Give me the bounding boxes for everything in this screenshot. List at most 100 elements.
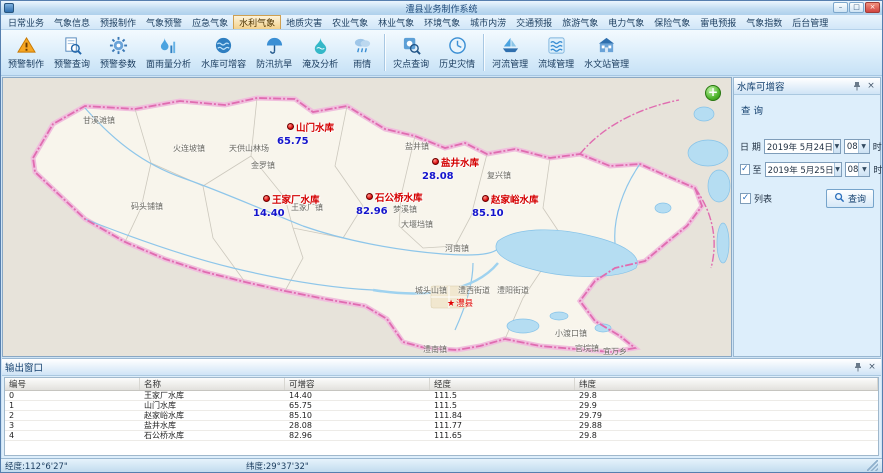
star-icon: ★: [447, 299, 455, 309]
table-row[interactable]: 4石公桥水库82.96111.6529.8: [5, 431, 878, 441]
menu-item-power-weather[interactable]: 电力气象: [603, 15, 649, 29]
toolbar-button-inundation-analysis[interactable]: 淹及分析: [297, 31, 343, 74]
window-title: 澧县业务制作系统: [405, 2, 477, 15]
menu-item-tourism-weather[interactable]: 旅游气象: [557, 15, 603, 29]
menu-item-daily-business[interactable]: 日常业务: [3, 15, 49, 29]
menu-item-lightning-forecast[interactable]: 雷电预报: [695, 15, 741, 29]
history-disaster-icon: [448, 36, 467, 55]
maximize-button[interactable]: □: [849, 2, 864, 13]
menu-item-forest-weather[interactable]: 林业气象: [373, 15, 419, 29]
column-header[interactable]: 经度: [430, 378, 575, 390]
flood-control-icon: [265, 36, 284, 55]
column-header[interactable]: 名称: [140, 378, 285, 390]
pin-icon[interactable]: [852, 361, 864, 373]
reservoir-capacity-icon: [214, 36, 233, 55]
menu-item-traffic-forecast[interactable]: 交通预报: [511, 15, 557, 29]
reservoir-value: 82.96: [356, 206, 423, 217]
menu-item-urban-flood[interactable]: 城市内涝: [465, 15, 511, 29]
from-hour-select[interactable]: 08 ▼: [844, 139, 870, 154]
date-from-row: 日 期 2019年 5月24日 ▼ 08 ▼ 时: [740, 139, 874, 154]
query-form: 查 询 日 期 2019年 5月24日 ▼ 08 ▼ 时 ✓ 至: [734, 95, 880, 356]
reservoir-marker[interactable]: 赵家峪水库85.10: [482, 188, 539, 219]
to-hour-select[interactable]: 08 ▼: [845, 162, 871, 177]
toolbar-button-warning-params[interactable]: 预警参数: [95, 31, 141, 74]
town-label: 盐井镇: [405, 141, 429, 152]
basin-mgmt-icon: [547, 36, 566, 55]
from-hour-value: 08: [847, 142, 858, 152]
menu-item-insurance-weather[interactable]: 保险气象: [649, 15, 695, 29]
table-cell: 29.9: [575, 401, 878, 410]
resize-grip[interactable]: [867, 460, 878, 471]
output-close-icon[interactable]: ×: [866, 361, 878, 373]
toolbar-button-basin-mgmt[interactable]: 流域管理: [533, 31, 579, 74]
column-header[interactable]: 可增容: [285, 378, 430, 390]
inundation-icon: [311, 36, 330, 55]
reservoir-marker[interactable]: 石公桥水库82.96: [366, 186, 423, 217]
table-row[interactable]: 1山门水库65.75111.529.9: [5, 401, 878, 411]
output-table-body: 0王家厂水库14.40111.529.81山门水库65.75111.529.92…: [5, 391, 878, 455]
reservoir-marker[interactable]: 王家厂水库14.40: [263, 188, 320, 219]
to-date-select[interactable]: 2019年 5月25日 ▼: [765, 162, 842, 177]
menu-item-env-weather[interactable]: 环境气象: [419, 15, 465, 29]
menu-item-weather-index[interactable]: 气象指数: [741, 15, 787, 29]
toolbar-button-disaster-history[interactable]: 历史灾情: [434, 31, 480, 74]
toolbar-button-warning-make[interactable]: 预警制作: [3, 31, 49, 74]
panel-close-icon[interactable]: ×: [865, 80, 877, 92]
pin-icon[interactable]: [851, 80, 863, 92]
reservoir-marker[interactable]: 山门水库65.75: [287, 116, 334, 147]
application-window: 澧县业务制作系统 – □ × 日常业务气象信息预报制作气象预警应急气象水利气象地…: [0, 0, 883, 473]
toolbar-button-flood-drought[interactable]: 防汛抗旱: [251, 31, 297, 74]
column-header[interactable]: 纬度: [575, 378, 878, 390]
menu-item-water-weather[interactable]: 水利气象: [233, 15, 281, 29]
reservoir-marker[interactable]: 盐井水库28.08: [432, 151, 479, 182]
table-cell: 82.96: [285, 431, 430, 440]
menu-item-weather-info[interactable]: 气象信息: [49, 15, 95, 29]
table-cell: 14.40: [285, 391, 430, 400]
reservoir-value: 14.40: [253, 208, 320, 219]
menu-item-forecast-make[interactable]: 预报制作: [95, 15, 141, 29]
to-date-checkbox[interactable]: ✓: [740, 164, 750, 175]
chevron-down-icon: ▼: [834, 163, 841, 176]
toolbar-button-rain-info[interactable]: 雨情: [343, 31, 381, 74]
reservoir-dot-icon: [263, 195, 270, 202]
output-window: 输出窗口 × 编号名称可增容经度纬度 0王家厂水库14.40111.529.81…: [2, 358, 881, 458]
table-row[interactable]: 0王家厂水库14.40111.529.8: [5, 391, 878, 401]
toolbar-button-label: 雨情: [353, 57, 371, 70]
reservoir-value: 65.75: [277, 136, 334, 147]
list-checkbox[interactable]: ✓: [740, 193, 751, 204]
table-cell: 0: [5, 391, 140, 400]
panel-title: 水库可增容: [737, 79, 785, 93]
menu-item-geo-disaster[interactable]: 地质灾害: [281, 15, 327, 29]
table-cell: 28.08: [285, 421, 430, 430]
table-row[interactable]: 3盐井水库28.08111.7729.88: [5, 421, 878, 431]
toolbar-separator: [384, 34, 385, 71]
town-label: 码头铺镇: [131, 201, 163, 212]
town-label: 澧南镇: [423, 344, 447, 355]
table-row[interactable]: 2赵家峪水库85.10111.8429.79: [5, 411, 878, 421]
town-label: 复兴镇: [487, 170, 511, 181]
menu-item-agri-weather[interactable]: 农业气象: [327, 15, 373, 29]
toolbar-button-river-mgmt[interactable]: 河流管理: [487, 31, 533, 74]
query-button[interactable]: 查询: [826, 189, 874, 208]
menu-item-emergency-weather[interactable]: 应急气象: [187, 15, 233, 29]
toolbar-button-reservoir-capacity[interactable]: 水库可增容: [196, 31, 251, 74]
map-canvas[interactable]: + 甘溪滩镇火连坡镇天供山林场金罗镇盐井镇复兴镇码头铺镇王家厂镇梦溪镇大堰垱镇河…: [2, 77, 732, 357]
hour-unit-label: 时: [873, 163, 882, 176]
panel-header: 水库可增容 ×: [734, 78, 880, 95]
column-header[interactable]: 编号: [5, 378, 140, 390]
close-button[interactable]: ×: [865, 2, 880, 13]
toolbar-button-hydro-station-mgmt[interactable]: 水文站管理: [579, 31, 634, 74]
menu-item-admin[interactable]: 后台管理: [787, 15, 833, 29]
toolbar-button-disaster-point-query[interactable]: 灾点查询: [388, 31, 434, 74]
table-cell: 111.5: [430, 391, 575, 400]
minimize-button[interactable]: –: [833, 2, 848, 13]
toolbar: 预警制作预警查询预警参数面雨量分析水库可增容防汛抗旱淹及分析雨情 灾点查询历史灾情…: [1, 30, 882, 76]
from-date-select[interactable]: 2019年 5月24日 ▼: [764, 139, 841, 154]
menu-item-weather-warning[interactable]: 气象预警: [141, 15, 187, 29]
warning-params-icon: [109, 36, 128, 55]
zoom-in-button[interactable]: +: [705, 85, 721, 101]
title-bar: 澧县业务制作系统 – □ ×: [1, 1, 882, 15]
toolbar-button-warning-query[interactable]: 预警查询: [49, 31, 95, 74]
toolbar-button-areal-rain-analysis[interactable]: 面雨量分析: [141, 31, 196, 74]
to-date-value: 2019年 5月25日: [768, 164, 834, 176]
